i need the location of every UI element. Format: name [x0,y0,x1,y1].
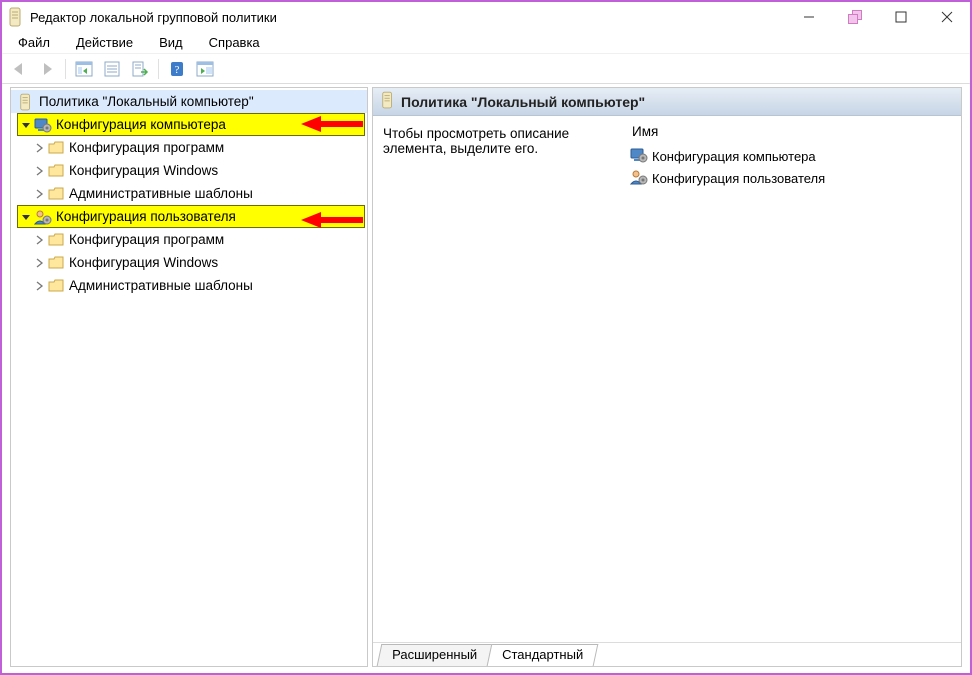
restore-button[interactable] [832,2,878,32]
folder-icon [47,162,65,180]
chevron-right-icon[interactable] [31,232,47,248]
app-scroll-icon [8,7,24,27]
tree-computer-label: Конфигурация компьютера [56,117,226,132]
tree-user-windows[interactable]: Конфигурация Windows [11,251,367,274]
chevron-down-icon[interactable] [18,209,34,225]
tree-user-configuration[interactable]: Конфигурация пользователя [17,205,365,228]
computer-config-icon [630,147,648,166]
column-header-name[interactable]: Имя [630,122,961,145]
list-item-computer-configuration[interactable]: Конфигурация компьютера [630,145,961,167]
export-list-button[interactable] [127,56,153,82]
tree-user-admtemplates-label: Административные шаблоны [69,278,253,293]
computer-config-icon [34,116,52,134]
forward-button[interactable] [34,56,60,82]
tree-computer-admtemplates-label: Административные шаблоны [69,186,253,201]
user-config-icon [630,169,648,188]
show-hide-action-pane-button[interactable] [192,56,218,82]
help-button[interactable]: ? [164,56,190,82]
scroll-icon [381,91,395,112]
tab-extended[interactable]: Расширенный [377,644,493,666]
menu-view[interactable]: Вид [149,33,193,52]
chevron-down-icon[interactable] [18,117,34,133]
list-item-computer-label: Конфигурация компьютера [652,149,816,164]
chevron-right-icon[interactable] [31,186,47,202]
back-button[interactable] [6,56,32,82]
show-hide-tree-button[interactable] [71,56,97,82]
tree-user-admtemplates[interactable]: Административные шаблоны [11,274,367,297]
list-item-user-label: Конфигурация пользователя [652,171,825,186]
scroll-icon [17,93,35,111]
restore-icon [848,10,862,24]
close-button[interactable] [924,2,970,32]
tree-computer-configuration[interactable]: Конфигурация компьютера [17,113,365,136]
tree-user-software[interactable]: Конфигурация программ [11,228,367,251]
details-description: Чтобы просмотреть описание элемента, выд… [373,116,630,642]
details-header-title: Политика "Локальный компьютер" [401,94,645,110]
svg-text:?: ? [175,64,180,76]
folder-icon [47,277,65,295]
chevron-right-icon[interactable] [31,163,47,179]
titlebar: Редактор локальной групповой политики [2,2,970,32]
tree-computer-windows-label: Конфигурация Windows [69,163,218,178]
tree-user-label: Конфигурация пользователя [56,209,236,224]
folder-icon [47,139,65,157]
menubar: Файл Действие Вид Справка [2,32,970,54]
details-list: Имя Конфигурация компьютера Конфигурация… [630,116,961,642]
user-config-icon [34,208,52,226]
folder-icon [47,185,65,203]
chevron-right-icon[interactable] [31,255,47,271]
maximize-button[interactable] [878,2,924,32]
tab-standard[interactable]: Стандартный [487,644,599,666]
tree-computer-admtemplates[interactable]: Административные шаблоны [11,182,367,205]
tree-computer-software-label: Конфигурация программ [69,140,224,155]
details-panel: Политика "Локальный компьютер" Чтобы про… [372,87,962,667]
folder-icon [47,254,65,272]
properties-button[interactable] [99,56,125,82]
list-item-user-configuration[interactable]: Конфигурация пользователя [630,167,961,189]
minimize-button[interactable] [786,2,832,32]
window-title: Редактор локальной групповой политики [30,10,277,25]
tree-computer-windows[interactable]: Конфигурация Windows [11,159,367,182]
window-controls [786,2,970,32]
tree-panel: Политика "Локальный компьютер" Конфигура… [10,87,368,667]
menu-file[interactable]: Файл [8,33,60,52]
chevron-right-icon[interactable] [31,140,47,156]
tree-root-local-computer-policy[interactable]: Политика "Локальный компьютер" [11,90,367,113]
tabstrip: Расширенный Стандартный [373,642,961,666]
menu-help[interactable]: Справка [199,33,270,52]
details-header: Политика "Локальный компьютер" [373,88,961,116]
folder-icon [47,231,65,249]
tree-user-software-label: Конфигурация программ [69,232,224,247]
tree-user-windows-label: Конфигурация Windows [69,255,218,270]
tree-root-label: Политика "Локальный компьютер" [39,94,254,109]
chevron-right-icon[interactable] [31,278,47,294]
toolbar: ? [2,54,970,84]
tree-computer-software[interactable]: Конфигурация программ [11,136,367,159]
menu-action[interactable]: Действие [66,33,143,52]
